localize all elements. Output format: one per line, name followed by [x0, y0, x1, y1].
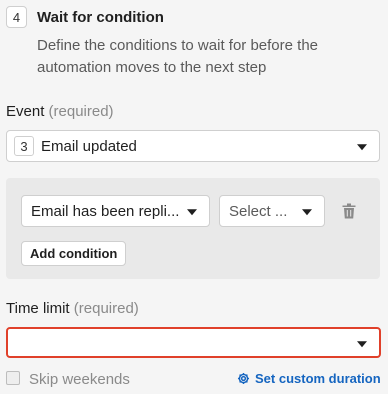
time-limit-label: Time limit (required) — [6, 300, 139, 317]
trash-icon[interactable] — [342, 203, 356, 219]
set-custom-duration-link[interactable]: Set custom duration — [237, 371, 381, 386]
time-limit-label-text: Time limit — [6, 300, 70, 317]
caret-down-icon — [187, 209, 197, 216]
event-select[interactable]: 3 Email updated — [6, 130, 380, 162]
set-custom-duration-label: Set custom duration — [255, 371, 381, 386]
time-limit-required-text: (required) — [73, 300, 139, 317]
gear-icon — [237, 372, 250, 385]
event-label: Event (required) — [6, 103, 114, 120]
event-select-value: Email updated — [41, 137, 137, 155]
step-number-badge: 4 — [6, 6, 27, 28]
caret-down-icon — [302, 209, 312, 216]
event-step-number: 3 — [14, 136, 34, 156]
step-description: Define the conditions to wait for before… — [37, 37, 319, 76]
condition-select-value: Email has been repli... — [31, 202, 180, 220]
event-label-text: Event — [6, 103, 45, 120]
time-limit-select[interactable] — [6, 327, 381, 358]
operator-select[interactable]: Select ... — [219, 195, 325, 227]
skip-weekends-label: Skip weekends — [29, 371, 130, 388]
condition-select[interactable]: Email has been repli... — [21, 195, 210, 227]
event-required-text: (required) — [48, 103, 114, 120]
caret-down-icon — [357, 340, 367, 347]
add-condition-button[interactable]: Add condition — [21, 241, 127, 266]
operator-select-placeholder: Select ... — [229, 202, 288, 220]
skip-weekends-checkbox[interactable] — [6, 371, 20, 385]
step-title: Wait for condition — [37, 9, 164, 26]
caret-down-icon — [357, 144, 367, 151]
